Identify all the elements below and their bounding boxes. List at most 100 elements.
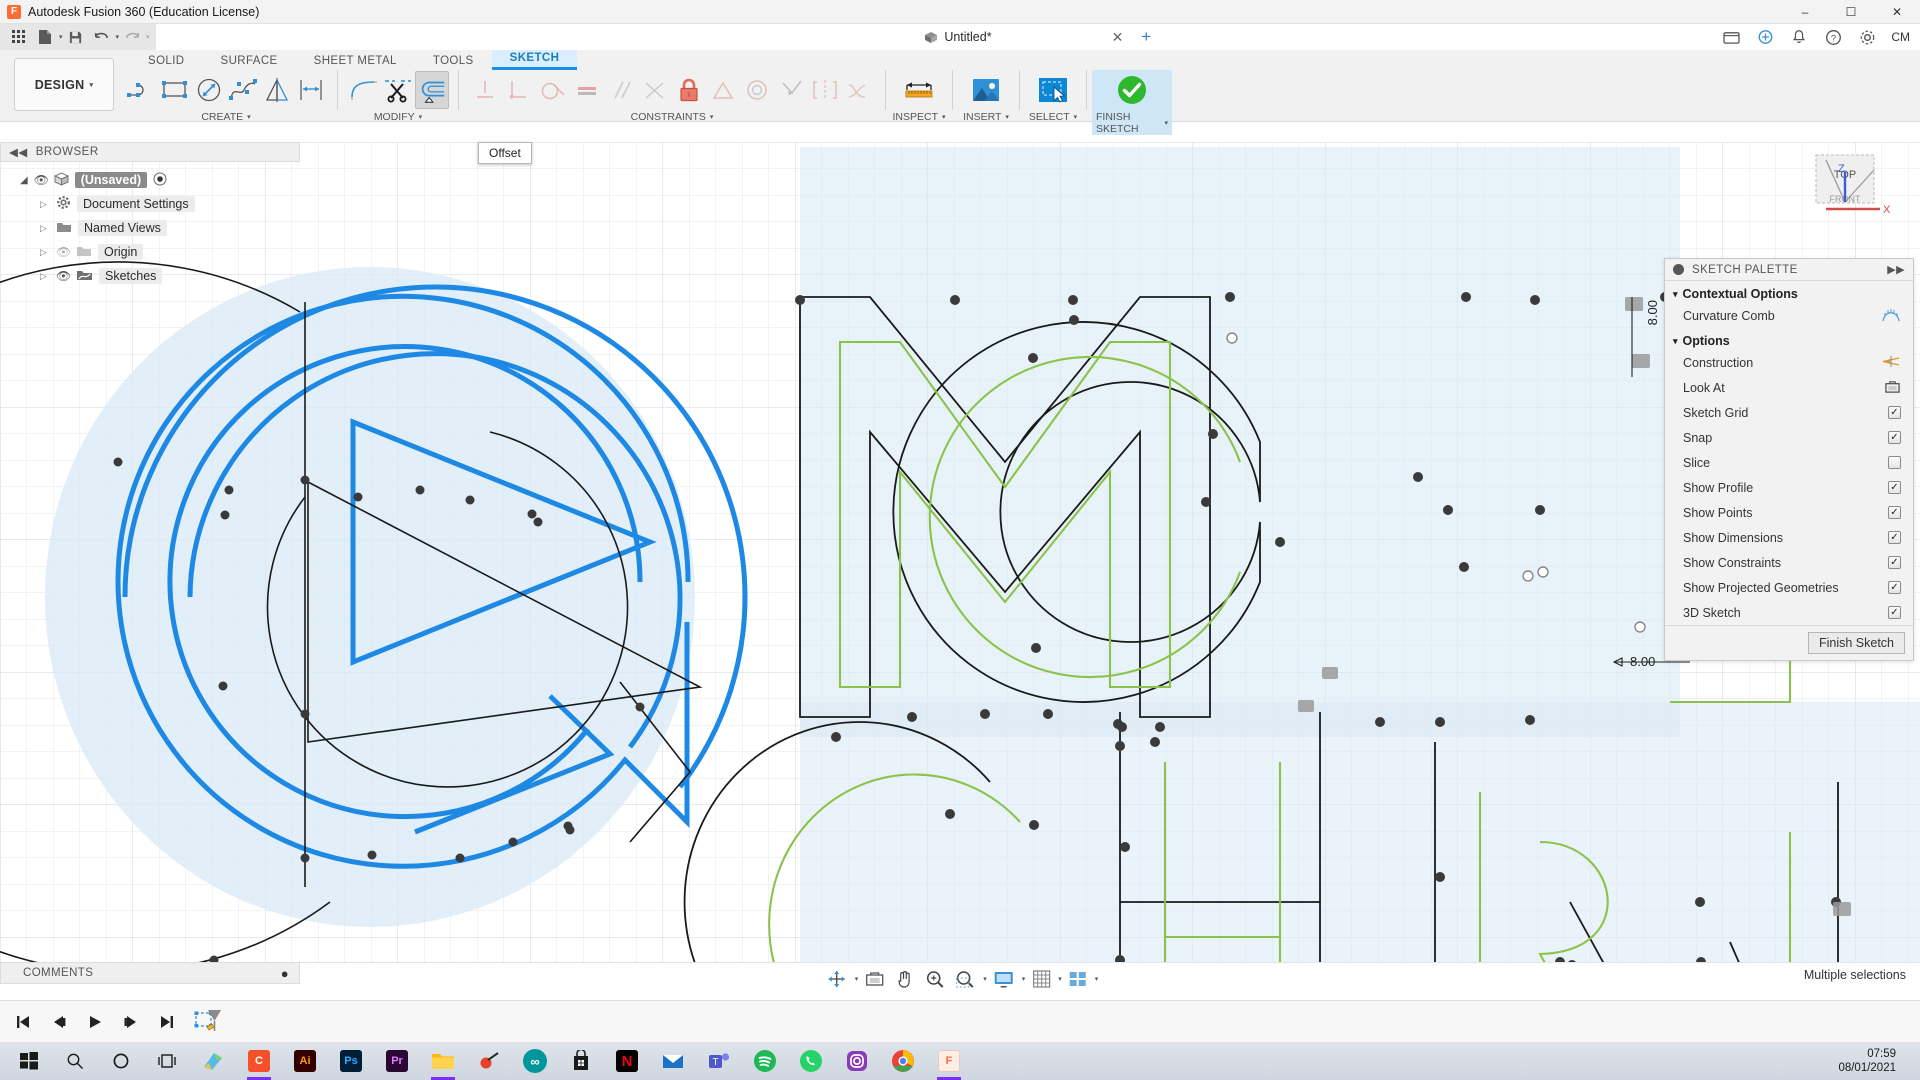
help-icon[interactable]: ?: [1823, 27, 1843, 47]
equal-icon[interactable]: [570, 71, 604, 109]
perpendicular-icon[interactable]: [502, 71, 536, 109]
construction-line-icon[interactable]: [1881, 354, 1901, 372]
extensions-icon[interactable]: [1755, 27, 1775, 47]
action-center-icon[interactable]: [1910, 1042, 1920, 1080]
offset-icon[interactable]: [415, 71, 449, 109]
visibility-eye-icon[interactable]: 👁: [34, 173, 49, 187]
mirror-icon[interactable]: [260, 71, 294, 109]
expander-icon[interactable]: ▷: [40, 223, 50, 234]
illustrator-icon[interactable]: Ai: [282, 1042, 328, 1080]
new-document-icon[interactable]: [32, 24, 58, 50]
slice-checkbox[interactable]: [1888, 456, 1901, 469]
arduino-icon[interactable]: ∞: [512, 1042, 558, 1080]
expander-icon[interactable]: ▷: [40, 199, 50, 210]
tab-tools[interactable]: TOOLS: [415, 53, 492, 70]
panel-constraints-label[interactable]: CONSTRAINTS ▾: [631, 111, 714, 123]
app-grid-icon[interactable]: [6, 24, 32, 50]
zoom-window-caret-icon[interactable]: ▾: [983, 975, 987, 983]
panel-insert-label[interactable]: INSERT ▾: [963, 111, 1009, 123]
dimension-label-horizontal[interactable]: 8.00: [1630, 654, 1655, 669]
display-settings-icon[interactable]: [989, 966, 1019, 992]
add-comment-icon[interactable]: ●: [281, 966, 299, 981]
parallel-icon[interactable]: [604, 71, 638, 109]
sketch-feature-icon[interactable]: [192, 1009, 226, 1033]
look-at-nav-icon[interactable]: [860, 966, 888, 992]
circle-icon[interactable]: [192, 71, 226, 109]
taskbar-clock[interactable]: 07:59 08/01/2021: [1838, 1047, 1910, 1075]
view-cube[interactable]: TOP FRONT Z X: [1786, 150, 1896, 240]
minimize-button[interactable]: –: [1782, 0, 1828, 24]
expander-icon[interactable]: ◢: [20, 175, 28, 186]
minimize-circle-icon[interactable]: [1673, 264, 1684, 275]
snap-checkbox[interactable]: ✓: [1888, 431, 1901, 444]
palette-row-show-dimensions[interactable]: Show Dimensions ✓: [1665, 525, 1913, 550]
mail-icon[interactable]: [650, 1042, 696, 1080]
add-tab-button[interactable]: +: [1141, 27, 1151, 47]
panel-select-label[interactable]: SELECT ▾: [1029, 111, 1077, 123]
save-icon[interactable]: [63, 24, 89, 50]
orbit-caret-icon[interactable]: ▾: [855, 975, 859, 983]
zoom-window-icon[interactable]: [950, 966, 980, 992]
tree-item-sketches[interactable]: ▷ 👁 Sketches: [0, 264, 300, 288]
grid-snap-caret-icon[interactable]: ▾: [1058, 975, 1062, 983]
tab-solid[interactable]: SOLID: [130, 53, 203, 70]
curvature-constraint-icon[interactable]: [842, 71, 876, 109]
show-dimensions-checkbox[interactable]: ✓: [1888, 531, 1901, 544]
teams-icon[interactable]: T: [696, 1042, 742, 1080]
photoshop-icon[interactable]: Ps: [328, 1042, 374, 1080]
step-forward-icon[interactable]: [120, 1011, 142, 1033]
palette-row-sketch-grid[interactable]: Sketch Grid ✓: [1665, 400, 1913, 425]
tab-sheet-metal[interactable]: SHEET METAL: [296, 53, 415, 70]
tree-item-unsaved[interactable]: ◢ 👁 (Unsaved): [0, 168, 300, 192]
tab-surface[interactable]: SURFACE: [203, 53, 296, 70]
zoom-icon[interactable]: [920, 966, 948, 992]
spotify-icon[interactable]: [742, 1042, 788, 1080]
paint-3d-icon[interactable]: [190, 1042, 236, 1080]
concentric-icon[interactable]: [740, 71, 774, 109]
file-explorer-icon[interactable]: [420, 1042, 466, 1080]
palette-row-show-profile[interactable]: Show Profile ✓: [1665, 475, 1913, 500]
coincident-icon[interactable]: [774, 71, 808, 109]
dimension-label-vertical[interactable]: 8.00: [1645, 300, 1660, 325]
camtasia-icon[interactable]: C: [236, 1042, 282, 1080]
collapse-left-icon[interactable]: ◀◀: [9, 145, 28, 159]
maximize-button[interactable]: ☐: [1828, 0, 1874, 24]
finish-sketch-button[interactable]: Finish Sketch: [1807, 632, 1905, 654]
instagram-icon[interactable]: [834, 1042, 880, 1080]
close-button[interactable]: ✕: [1874, 0, 1920, 24]
line-icon[interactable]: [124, 71, 158, 109]
finish-sketch-check-icon[interactable]: [1115, 70, 1149, 110]
visibility-eye-icon[interactable]: 👁: [56, 245, 71, 259]
undo-icon[interactable]: [89, 24, 115, 50]
palette-row-look-at[interactable]: Look At: [1665, 375, 1913, 400]
palette-row-construction[interactable]: Construction: [1665, 350, 1913, 375]
palette-row-show-points[interactable]: Show Points ✓: [1665, 500, 1913, 525]
job-status-icon[interactable]: [1721, 27, 1741, 47]
panel-create-label[interactable]: CREATE ▾: [201, 111, 250, 123]
viewports-caret-icon[interactable]: ▾: [1095, 975, 1099, 983]
whatsapp-icon[interactable]: [788, 1042, 834, 1080]
browser-header[interactable]: ◀◀ BROWSER: [0, 142, 300, 162]
document-tab-untitled[interactable]: Untitled*: [924, 30, 992, 44]
show-projected-geometries-checkbox[interactable]: ✓: [1888, 581, 1901, 594]
show-points-checkbox[interactable]: ✓: [1888, 506, 1901, 519]
skip-to-start-icon[interactable]: [12, 1011, 34, 1033]
tree-item-named-views[interactable]: ▷ Named Views: [0, 216, 300, 240]
pan-hand-icon[interactable]: [890, 966, 918, 992]
section-options[interactable]: ▾ Options: [1665, 328, 1913, 350]
step-back-icon[interactable]: [48, 1011, 70, 1033]
search-icon[interactable]: [52, 1042, 98, 1080]
tree-item-origin[interactable]: ▷ 👁 Origin: [0, 240, 300, 264]
horizontal-vertical-icon[interactable]: [468, 71, 502, 109]
workspace-switcher[interactable]: DESIGN ▾: [14, 58, 114, 111]
cortana-icon[interactable]: [98, 1042, 144, 1080]
tab-sketch[interactable]: SKETCH: [491, 50, 578, 70]
user-initials[interactable]: CM: [1891, 30, 1914, 44]
sketchup-icon[interactable]: [466, 1042, 512, 1080]
grid-snap-icon[interactable]: [1027, 966, 1055, 992]
sketch-grid-checkbox[interactable]: ✓: [1888, 406, 1901, 419]
collinear-icon[interactable]: [706, 71, 740, 109]
activate-component-icon[interactable]: [153, 172, 167, 189]
notifications-icon[interactable]: [1789, 27, 1809, 47]
section-contextual-options[interactable]: ▾ Contextual Options: [1665, 281, 1913, 303]
